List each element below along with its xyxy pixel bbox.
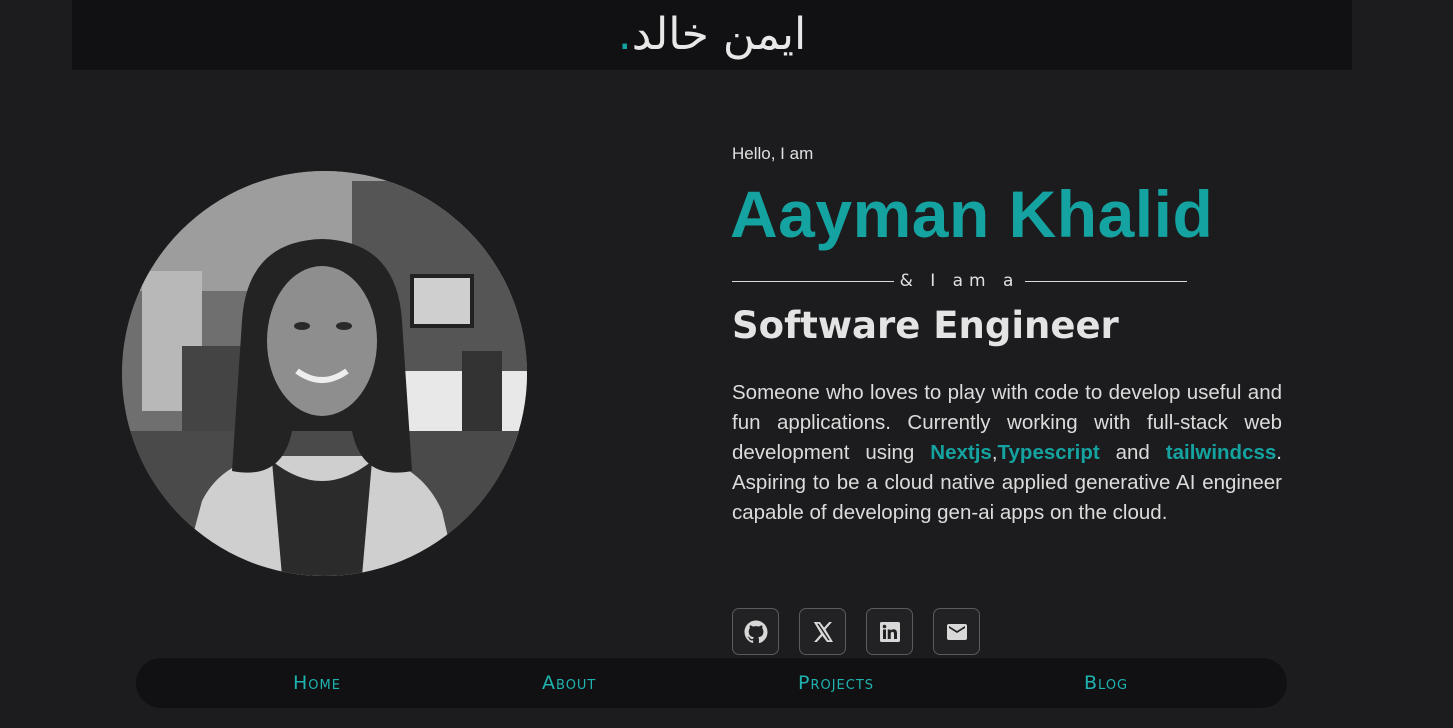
nav-blog[interactable]: Blog (1084, 658, 1128, 708)
github-icon (744, 620, 768, 643)
logo-dot: . (617, 9, 632, 60)
linkedin-icon (879, 621, 900, 642)
profile-photo-image (122, 171, 527, 576)
site-logo[interactable]: ايمن خالد. (618, 0, 807, 70)
logo-text: ايمن خالد (631, 9, 807, 60)
bio-and: and (1099, 441, 1166, 464)
nav-projects[interactable]: Projects (798, 658, 874, 708)
nav-about[interactable]: About (542, 658, 596, 708)
tech-nextjs: Nextjs (930, 441, 992, 464)
hero-name: Aayman Khalid (730, 177, 1214, 251)
divider-line-right (1025, 280, 1188, 282)
bio-paragraph: Someone who loves to play with code to d… (732, 378, 1282, 528)
top-header: ايمن خالد. (72, 0, 1352, 70)
tech-typescript: Typescript (997, 441, 1100, 464)
x-icon (813, 621, 833, 642)
divider-text: & I am a (899, 271, 1020, 291)
x-twitter-link[interactable] (799, 608, 846, 655)
role-divider: & I am a (732, 268, 1188, 294)
email-link[interactable] (933, 608, 980, 655)
mail-icon (946, 623, 967, 640)
divider-line-left (732, 280, 894, 282)
bottom-nav: Home About Projects Blog (136, 658, 1287, 708)
social-links (732, 608, 980, 655)
tech-tailwindcss: tailwindcss (1165, 441, 1277, 464)
nav-home[interactable]: Home (293, 658, 341, 708)
profile-photo (122, 171, 527, 576)
github-link[interactable] (732, 608, 779, 655)
role-title: Software Engineer (732, 304, 1119, 347)
greeting-text: Hello, I am (732, 144, 814, 163)
linkedin-link[interactable] (866, 608, 913, 655)
